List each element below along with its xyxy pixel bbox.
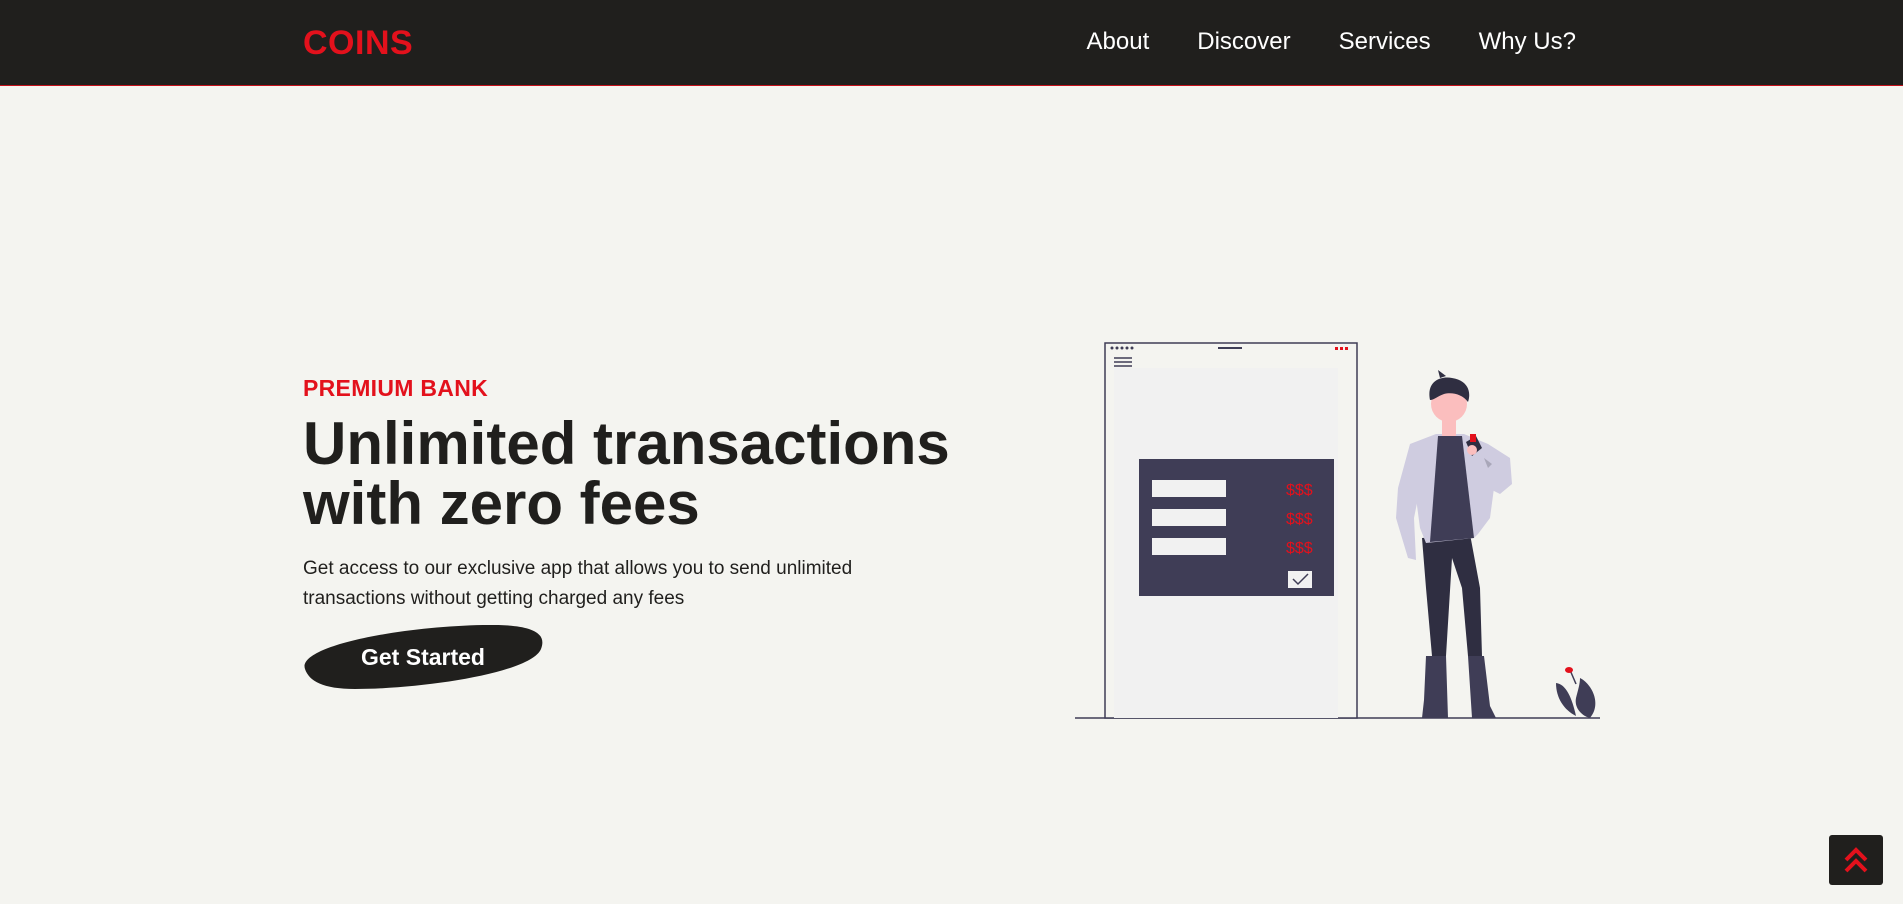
navbar: COINS About Discover Services Why Us? (0, 0, 1903, 86)
scroll-to-top-button[interactable] (1829, 835, 1883, 885)
amount-1: $$$ (1286, 482, 1313, 499)
mobile-payment-illustration: $$$ $$$ $$$ (1070, 338, 1605, 720)
hero-eyebrow: PREMIUM BANK (303, 375, 489, 401)
nav-link-services[interactable]: Services (1339, 28, 1431, 56)
nav-link-about[interactable]: About (1087, 28, 1150, 56)
nav-link-why-us[interactable]: Why Us? (1479, 28, 1576, 56)
hero-description: Get access to our exclusive app that all… (303, 558, 853, 609)
hero-headline: Unlimited transactions with zero fees (303, 410, 950, 537)
nav-menu: About Discover Services Why Us? (1087, 28, 1576, 56)
plant-decoration (1556, 667, 1596, 718)
nav-link-discover[interactable]: Discover (1197, 28, 1290, 56)
logo[interactable]: COINS (303, 24, 413, 63)
amount-3: $$$ (1286, 540, 1313, 557)
double-chevron-up-icon (1844, 847, 1868, 873)
get-started-label: Get Started (361, 643, 485, 670)
get-started-button[interactable]: Get Started (303, 625, 543, 689)
hero-section: PREMIUM BANK Unlimited transactions with… (303, 375, 963, 614)
person-figure (1396, 370, 1512, 718)
amount-2: $$$ (1286, 511, 1313, 528)
